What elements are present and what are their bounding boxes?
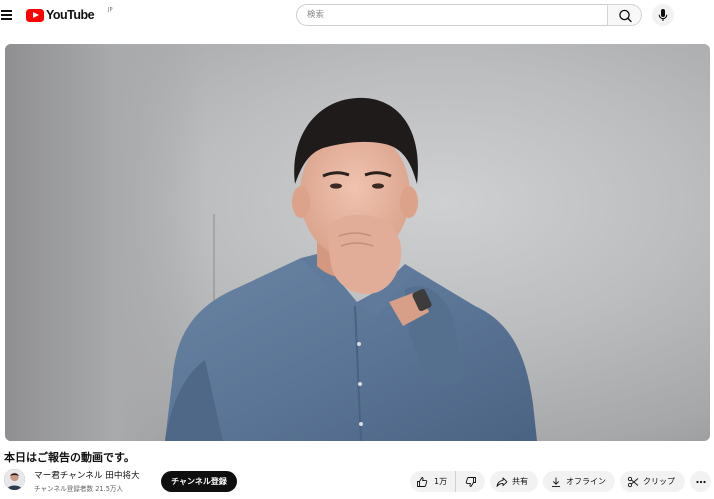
search-button[interactable] (607, 4, 642, 26)
voice-search-button[interactable] (652, 4, 674, 26)
thumbs-down-icon (465, 476, 476, 487)
clip-button[interactable]: クリップ (620, 471, 685, 492)
download-label: オフライン (566, 477, 606, 486)
logo-text: YouTube (46, 8, 95, 22)
share-button[interactable]: 共有 (490, 471, 538, 492)
share-icon (496, 477, 508, 487)
youtube-logo-icon (26, 8, 44, 22)
youtube-logo[interactable]: YouTube JP (26, 7, 113, 22)
masthead: YouTube JP (0, 0, 714, 32)
video-title: 本日はご報告の動画です。 (4, 451, 135, 464)
download-button[interactable]: オフライン (543, 471, 615, 492)
logo-region: JP (108, 7, 113, 13)
download-icon (552, 477, 560, 487)
subscribe-button[interactable]: チャンネル登録 (161, 471, 237, 492)
video-player[interactable] (5, 44, 710, 441)
search-icon (619, 9, 632, 23)
more-actions-button[interactable] (690, 471, 711, 492)
dislike-button[interactable] (456, 471, 485, 492)
search-box (296, 4, 642, 26)
subscriber-count: チャンネル登録者数 21.5万人 (34, 485, 124, 493)
like-button[interactable]: 1万 (410, 471, 456, 492)
clip-label: クリップ (643, 477, 675, 486)
share-label: 共有 (512, 477, 528, 486)
thumbs-up-icon (417, 476, 428, 487)
mic-icon (658, 9, 668, 21)
avatar-image (4, 469, 25, 490)
scissors-icon (627, 476, 639, 487)
menu-icon[interactable] (0, 8, 14, 22)
channel-name[interactable]: マー君チャンネル 田中将大 (34, 469, 140, 481)
video-frame-person (165, 97, 537, 441)
like-dislike-group: 1万 (410, 471, 485, 492)
channel-avatar[interactable] (4, 469, 25, 490)
search-input[interactable] (296, 4, 607, 26)
more-icon (695, 480, 706, 483)
like-count: 1万 (434, 477, 448, 486)
